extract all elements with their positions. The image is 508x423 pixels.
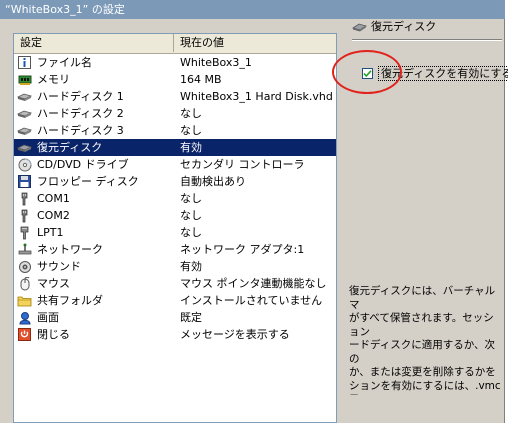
floppy-icon bbox=[17, 175, 32, 189]
undo-disk-icon bbox=[17, 141, 32, 155]
row-setting-cell[interactable]: ネットワーク bbox=[14, 241, 174, 258]
row-label: COM1 bbox=[37, 192, 70, 205]
list-row[interactable]: 共有フォルダ インストールされていません bbox=[14, 292, 336, 309]
annotation-circle bbox=[332, 50, 402, 94]
row-label: サウンド bbox=[37, 260, 81, 273]
hard-disk-icon bbox=[17, 107, 32, 121]
row-label: 画面 bbox=[37, 311, 59, 324]
list-row[interactable]: メモリ 164 MB bbox=[14, 71, 336, 88]
row-label: ネットワーク bbox=[37, 243, 103, 256]
row-value: 有効 bbox=[180, 260, 202, 273]
row-setting-cell[interactable]: メモリ bbox=[14, 71, 174, 88]
display-icon bbox=[17, 311, 32, 325]
row-setting-cell[interactable]: ファイル名 bbox=[14, 54, 174, 71]
memory-icon bbox=[17, 73, 32, 87]
list-row[interactable]: ネットワーク ネットワーク アダプタ:1 bbox=[14, 241, 336, 258]
list-row[interactable]: ハードディスク 1 WhiteBox3_1 Hard Disk.vhd bbox=[14, 88, 336, 105]
row-value: なし bbox=[180, 124, 202, 137]
panel-divider bbox=[352, 39, 502, 41]
row-setting-cell[interactable]: ハードディスク 2 bbox=[14, 105, 174, 122]
row-setting-cell[interactable]: ハードディスク 3 bbox=[14, 122, 174, 139]
row-setting-cell[interactable]: 閉じる bbox=[14, 326, 174, 343]
list-row[interactable]: マウス マウス ポインタ連動機能なし bbox=[14, 275, 336, 292]
row-value: なし bbox=[180, 107, 202, 120]
list-row[interactable]: COM2 なし bbox=[14, 207, 336, 224]
row-setting-cell[interactable]: CD/DVD ドライブ bbox=[14, 156, 174, 173]
row-label: 共有フォルダ bbox=[37, 294, 103, 307]
row-label: ファイル名 bbox=[37, 56, 92, 69]
window-title: “WhiteBox3_1” の設定 bbox=[0, 0, 505, 19]
serial-port-icon bbox=[17, 192, 32, 206]
list-row[interactable]: COM1 なし bbox=[14, 190, 336, 207]
row-value: 自動検出あり bbox=[180, 175, 246, 188]
row-label: 復元ディスク bbox=[36, 139, 104, 156]
panel-description: 復元ディスクには、バーチャル マ がすべて保管されます。セッション ードディスク… bbox=[349, 285, 501, 395]
row-setting-cell[interactable]: COM1 bbox=[14, 190, 174, 207]
row-value: WhiteBox3_1 bbox=[180, 56, 252, 69]
column-header-value[interactable]: 現在の値 bbox=[174, 34, 336, 52]
row-setting-cell[interactable]: COM2 bbox=[14, 207, 174, 224]
list-row[interactable]: サウンド 有効 bbox=[14, 258, 336, 275]
list-row[interactable]: ファイル名 WhiteBox3_1 bbox=[14, 54, 336, 71]
row-setting-cell[interactable]: フロッピー ディスク bbox=[14, 173, 174, 190]
list-row[interactable]: 閉じる メッセージを表示する bbox=[14, 326, 336, 343]
parallel-port-icon bbox=[17, 226, 32, 240]
list-row[interactable]: 復元ディスク 有効 bbox=[14, 139, 336, 156]
list-row[interactable]: ハードディスク 3 なし bbox=[14, 122, 336, 139]
row-value: なし bbox=[180, 209, 202, 222]
row-label: ハードディスク 1 bbox=[37, 90, 124, 103]
row-value: セカンダリ コントローラ bbox=[180, 158, 305, 171]
list-rows: ファイル名 WhiteBox3_1 メモリ 164 MB ハードディスク 1 WhiteB… bbox=[14, 54, 336, 343]
row-setting-cell[interactable]: 共有フォルダ bbox=[14, 292, 174, 309]
row-setting-cell[interactable]: マウス bbox=[14, 275, 174, 292]
close-icon bbox=[17, 328, 32, 342]
row-label: 閉じる bbox=[37, 328, 70, 341]
row-setting-cell[interactable]: LPT1 bbox=[14, 224, 174, 241]
row-value: マウス ポインタ連動機能なし bbox=[180, 277, 327, 290]
list-row[interactable]: 画面 既定 bbox=[14, 309, 336, 326]
panel-title: 復元ディスク bbox=[352, 19, 436, 35]
info-icon bbox=[17, 56, 32, 70]
row-value: WhiteBox3_1 Hard Disk.vhd bbox=[180, 90, 333, 103]
row-value: インストールされていません bbox=[180, 294, 323, 307]
row-label: CD/DVD ドライブ bbox=[37, 158, 129, 171]
list-header: 設定 現在の値 bbox=[14, 34, 336, 54]
list-row[interactable]: LPT1 なし bbox=[14, 224, 336, 241]
row-value: 164 MB bbox=[180, 73, 222, 86]
row-value: なし bbox=[180, 226, 202, 239]
list-row[interactable]: CD/DVD ドライブ セカンダリ コントローラ bbox=[14, 156, 336, 173]
row-value: 既定 bbox=[180, 311, 202, 324]
folder-icon bbox=[17, 294, 32, 308]
undo-disk-icon bbox=[352, 20, 367, 34]
column-header-setting[interactable]: 設定 bbox=[14, 34, 174, 52]
row-value: なし bbox=[180, 192, 202, 205]
row-label: メモリ bbox=[37, 73, 70, 86]
row-value: メッセージを表示する bbox=[180, 328, 290, 341]
cd-dvd-icon bbox=[17, 158, 32, 172]
panel-title-label: 復元ディスク bbox=[371, 20, 437, 33]
hard-disk-icon bbox=[17, 90, 32, 104]
row-label: フロッピー ディスク bbox=[37, 175, 139, 188]
list-row[interactable]: フロッピー ディスク 自動検出あり bbox=[14, 173, 336, 190]
row-label: LPT1 bbox=[37, 226, 64, 239]
row-label: COM2 bbox=[37, 209, 70, 222]
sound-icon bbox=[17, 260, 32, 274]
serial-port-icon bbox=[17, 209, 32, 223]
row-setting-cell[interactable]: 画面 bbox=[14, 309, 174, 326]
row-label: マウス bbox=[37, 277, 70, 290]
list-row[interactable]: ハードディスク 2 なし bbox=[14, 105, 336, 122]
row-value: 有効 bbox=[174, 139, 336, 156]
network-icon bbox=[17, 243, 32, 257]
row-label: ハードディスク 2 bbox=[37, 107, 124, 120]
row-value: ネットワーク アダプタ:1 bbox=[180, 243, 305, 256]
row-label: ハードディスク 3 bbox=[37, 124, 124, 137]
row-setting-cell[interactable]: サウンド bbox=[14, 258, 174, 275]
row-setting-cell[interactable]: 復元ディスク bbox=[14, 139, 174, 156]
settings-list[interactable]: 設定 現在の値 ファイル名 WhiteBox3_1 メモリ 164 MB ハードディスク… bbox=[13, 33, 337, 423]
row-setting-cell[interactable]: ハードディスク 1 bbox=[14, 88, 174, 105]
hard-disk-icon bbox=[17, 124, 32, 138]
mouse-icon bbox=[17, 276, 32, 291]
